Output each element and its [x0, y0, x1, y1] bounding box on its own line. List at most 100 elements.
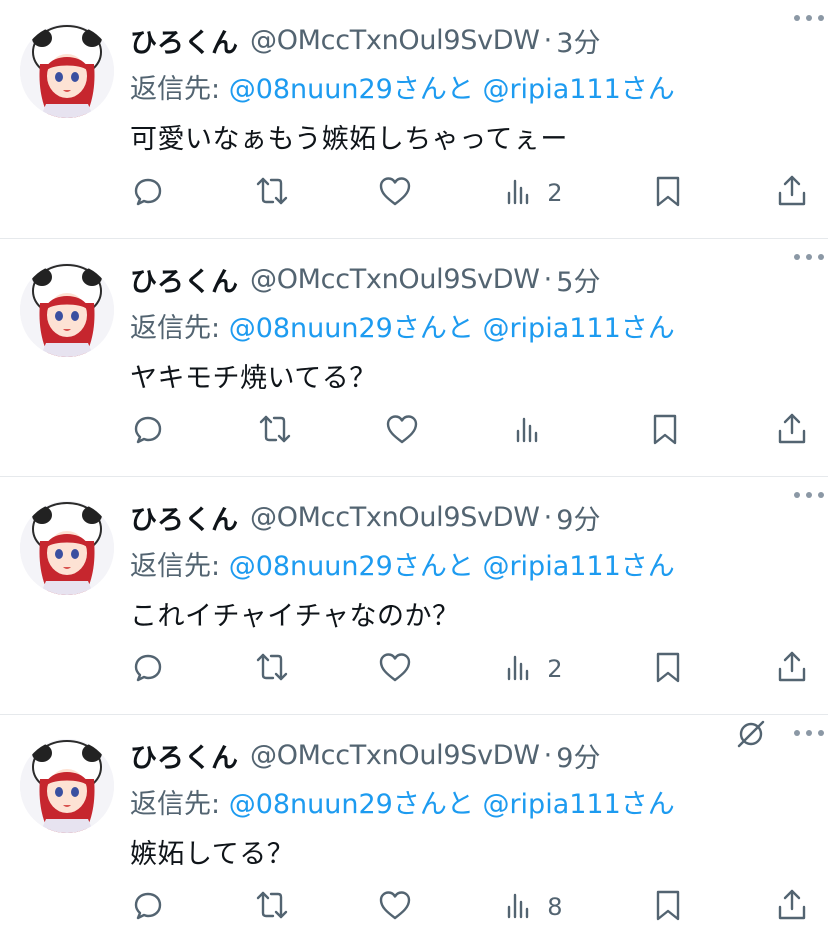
reply-user-link[interactable]: @ripia111 [482, 313, 620, 344]
display-name[interactable]: ひろくん [130, 736, 238, 775]
reply-user-link[interactable]: @ripia111 [482, 74, 620, 105]
reply-icon [130, 649, 166, 689]
separator-dot: · [543, 263, 553, 295]
views-icon [510, 411, 546, 451]
reply-joiner: さんと [392, 313, 474, 344]
retweet-icon [254, 173, 290, 213]
views-button[interactable]: 2 [501, 173, 562, 213]
reply-prefix: 返信先: [130, 313, 229, 344]
reply-icon [130, 887, 166, 927]
reply-button[interactable] [130, 411, 166, 451]
user-handle[interactable]: @OMccTxnOul9SvDW [250, 502, 540, 533]
timestamp[interactable]: 9分 [556, 736, 600, 775]
views-icon [501, 173, 537, 213]
views-button[interactable]: 8 [501, 887, 562, 927]
like-button[interactable] [384, 411, 420, 451]
reply-suffix: さん [620, 551, 675, 582]
tweet-text: これイチャイチャなのか？ [130, 601, 460, 632]
avatar[interactable] [20, 739, 114, 833]
retweet-button[interactable] [254, 887, 290, 927]
tweet[interactable]: ひろくん @OMccTxnOul9SvDW · 9分 返信先: @08nuun2… [0, 715, 828, 947]
bookmark-icon [650, 649, 686, 689]
reply-suffix: さん [620, 789, 675, 820]
display-name[interactable]: ひろくん [130, 498, 238, 537]
retweet-button[interactable] [254, 173, 290, 213]
reply-button[interactable] [130, 173, 166, 213]
avatar[interactable] [20, 263, 114, 357]
reply-joiner: さんと [392, 789, 474, 820]
timestamp[interactable]: 5分 [556, 260, 600, 299]
tweet-text: 可愛いなぁもう嫉妬しちゃってぇー [130, 124, 568, 155]
reply-user-link[interactable]: @ripia111 [482, 789, 620, 820]
like-icon [377, 887, 413, 927]
separator-dot: · [543, 24, 553, 56]
tweet[interactable]: ひろくん @OMccTxnOul9SvDW · 5分 返信先: @08nuun2… [0, 239, 828, 477]
retweet-icon [254, 649, 290, 689]
retweet-button[interactable] [254, 649, 290, 689]
action-bar [130, 411, 810, 451]
avatar[interactable] [20, 501, 114, 595]
tweet[interactable]: ひろくん @OMccTxnOul9SvDW · 3分 返信先: @08nuun2… [0, 0, 828, 239]
bookmark-icon [647, 411, 683, 451]
timestamp[interactable]: 9分 [556, 498, 600, 537]
retweet-icon [257, 411, 293, 451]
action-bar: 8 [130, 887, 810, 927]
retweet-icon [254, 887, 290, 927]
bookmark-button[interactable] [650, 887, 686, 927]
action-bar: 2 [130, 173, 810, 213]
tweet-text: ヤキモチ焼いてる？ [130, 363, 377, 394]
user-handle[interactable]: @OMccTxnOul9SvDW [250, 25, 540, 56]
bookmark-button[interactable] [650, 173, 686, 213]
tweet-feed: ひろくん @OMccTxnOul9SvDW · 3分 返信先: @08nuun2… [0, 0, 828, 947]
views-button[interactable] [510, 411, 556, 451]
action-bar: 2 [130, 649, 810, 689]
bookmark-button[interactable] [650, 649, 686, 689]
like-icon [384, 411, 420, 451]
like-icon [377, 649, 413, 689]
reply-context: 返信先: @08nuun29さんと @ripia111さん [130, 544, 810, 582]
reply-user-link[interactable]: @08nuun29 [229, 313, 393, 344]
like-button[interactable] [377, 887, 413, 927]
views-icon [501, 649, 537, 689]
reply-user-link[interactable]: @08nuun29 [229, 789, 393, 820]
separator-dot: · [543, 501, 553, 533]
share-button[interactable] [774, 173, 810, 213]
reply-prefix: 返信先: [130, 551, 229, 582]
bookmark-icon [650, 173, 686, 213]
reply-icon [130, 411, 166, 451]
views-count: 2 [547, 179, 563, 207]
reply-prefix: 返信先: [130, 74, 229, 105]
separator-dot: · [543, 739, 553, 771]
timestamp[interactable]: 3分 [556, 21, 600, 60]
views-button[interactable]: 2 [501, 649, 562, 689]
display-name[interactable]: ひろくん [130, 21, 238, 60]
bookmark-button[interactable] [647, 411, 683, 451]
reply-button[interactable] [130, 649, 166, 689]
reply-prefix: 返信先: [130, 789, 229, 820]
views-count: 2 [547, 655, 563, 683]
share-button[interactable] [774, 887, 810, 927]
share-icon [774, 173, 810, 213]
reply-button[interactable] [130, 887, 166, 927]
tweet[interactable]: ひろくん @OMccTxnOul9SvDW · 9分 返信先: @08nuun2… [0, 477, 828, 715]
reply-context: 返信先: @08nuun29さんと @ripia111さん [130, 67, 810, 105]
share-icon [774, 649, 810, 689]
share-button[interactable] [774, 649, 810, 689]
like-button[interactable] [377, 173, 413, 213]
avatar[interactable] [20, 24, 114, 118]
retweet-button[interactable] [257, 411, 293, 451]
reply-user-link[interactable]: @08nuun29 [229, 551, 393, 582]
share-icon [774, 411, 810, 451]
reply-joiner: さんと [392, 551, 474, 582]
bookmark-icon [650, 887, 686, 927]
reply-suffix: さん [620, 74, 675, 105]
display-name[interactable]: ひろくん [130, 260, 238, 299]
reply-user-link[interactable]: @08nuun29 [229, 74, 393, 105]
views-count: 8 [547, 893, 563, 921]
like-button[interactable] [377, 649, 413, 689]
reply-user-link[interactable]: @ripia111 [482, 551, 620, 582]
reply-context: 返信先: @08nuun29さんと @ripia111さん [130, 782, 810, 820]
user-handle[interactable]: @OMccTxnOul9SvDW [250, 740, 540, 771]
user-handle[interactable]: @OMccTxnOul9SvDW [250, 264, 540, 295]
share-button[interactable] [774, 411, 810, 451]
